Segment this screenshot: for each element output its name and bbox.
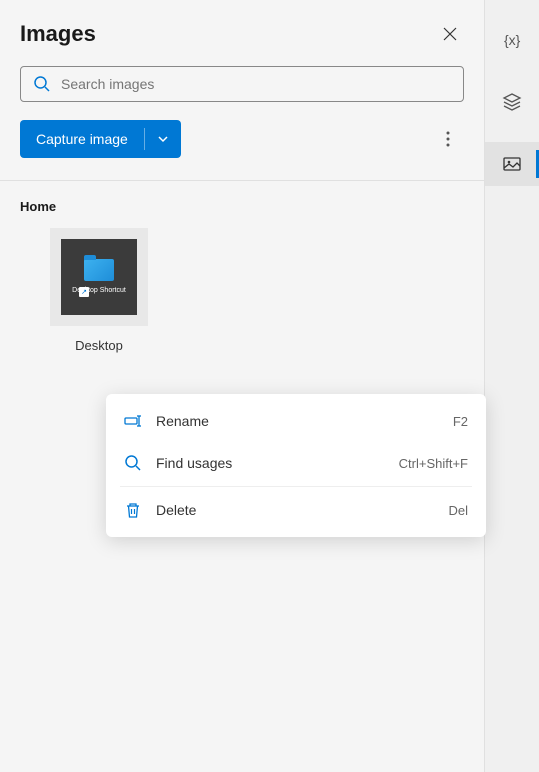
- more-options-button[interactable]: [432, 123, 464, 155]
- rail-item-variables[interactable]: {x}: [485, 18, 539, 62]
- image-thumbnail[interactable]: ↗ Desktop Shortcut: [50, 228, 148, 326]
- action-row: Capture image: [20, 120, 464, 158]
- close-button[interactable]: [436, 20, 464, 48]
- capture-image-label[interactable]: Capture image: [20, 120, 144, 158]
- panel-header: Images: [20, 20, 464, 48]
- trash-icon: [124, 501, 142, 519]
- folder-icon: [84, 259, 114, 281]
- search-input-container[interactable]: [20, 66, 464, 102]
- capture-image-button[interactable]: Capture image: [20, 120, 181, 158]
- rail-item-images[interactable]: [485, 142, 539, 186]
- close-icon: [443, 27, 457, 41]
- rename-icon: [124, 412, 142, 430]
- section-title: Home: [20, 199, 464, 214]
- menu-item-find-usages[interactable]: Find usages Ctrl+Shift+F: [106, 442, 486, 484]
- home-section: Home ↗ Desktop Shortcut Desktop: [20, 199, 464, 353]
- menu-item-delete[interactable]: Delete Del: [106, 489, 486, 531]
- menu-item-rename[interactable]: Rename F2: [106, 400, 486, 442]
- capture-dropdown-button[interactable]: [145, 120, 181, 158]
- context-menu: Rename F2 Find usages Ctrl+Shift+F Delet…: [106, 394, 486, 537]
- menu-label: Delete: [156, 502, 448, 518]
- menu-shortcut: Ctrl+Shift+F: [399, 456, 468, 471]
- images-panel: Images Capture image Home ↗ D: [0, 0, 485, 772]
- menu-shortcut: Del: [448, 503, 468, 518]
- search-icon: [124, 454, 142, 472]
- rail-item-layers[interactable]: [485, 80, 539, 124]
- image-label: Desktop: [75, 338, 123, 353]
- divider: [0, 180, 484, 181]
- shortcut-badge-icon: ↗: [79, 287, 89, 297]
- menu-shortcut: F2: [453, 414, 468, 429]
- svg-text:{x}: {x}: [504, 32, 521, 48]
- menu-label: Rename: [156, 413, 453, 429]
- menu-label: Find usages: [156, 455, 399, 471]
- image-item[interactable]: ↗ Desktop Shortcut Desktop: [50, 228, 148, 353]
- search-icon: [33, 75, 51, 93]
- layers-icon: [502, 92, 522, 112]
- images-icon: [502, 154, 522, 174]
- chevron-down-icon: [157, 133, 169, 145]
- panel-title: Images: [20, 21, 96, 47]
- thumbnail-preview: ↗ Desktop Shortcut: [61, 239, 137, 315]
- more-vertical-icon: [446, 131, 450, 147]
- menu-divider: [120, 486, 472, 487]
- side-rail: {x}: [485, 0, 539, 772]
- search-input[interactable]: [61, 76, 451, 92]
- variables-icon: {x}: [502, 30, 522, 50]
